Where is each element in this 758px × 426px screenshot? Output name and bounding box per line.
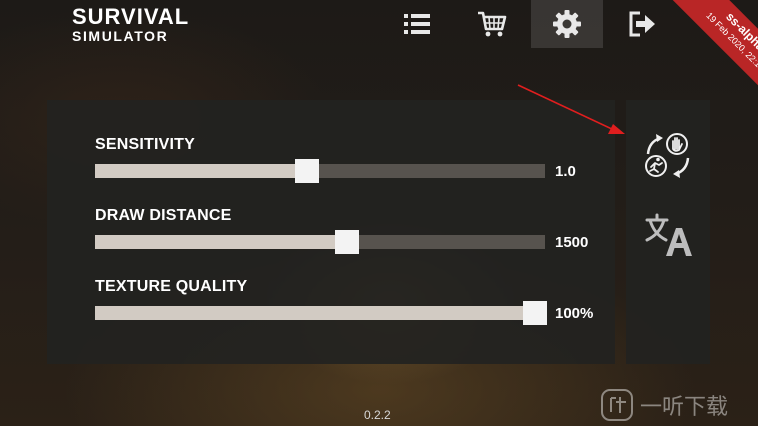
menu-list-button[interactable] <box>381 0 453 48</box>
settings-panel: SENSITIVITY 1.0 DRAW DISTANCE 1500 TEXTU… <box>47 100 615 364</box>
slider-fill <box>95 235 347 249</box>
sensitivity-setting: SENSITIVITY 1.0 <box>95 136 605 196</box>
build-ribbon: ss-alpha 19 Feb 2020, 22:18 <box>648 0 758 110</box>
language-tab[interactable] <box>642 210 694 262</box>
language-icon <box>645 213 692 256</box>
shop-button[interactable] <box>456 0 528 48</box>
slider-fill <box>95 306 545 320</box>
logo-line-1: SURVIVAL <box>72 4 190 29</box>
sensitivity-value: 1.0 <box>555 163 576 180</box>
game-logo: SURVIVAL SIMULATOR <box>72 4 190 44</box>
slider-thumb[interactable] <box>335 230 359 254</box>
texture-quality-label: TEXTURE QUALITY <box>95 278 248 295</box>
draw-distance-value: 1500 <box>555 234 589 251</box>
sensitivity-label: SENSITIVITY <box>95 136 195 153</box>
slider-thumb[interactable] <box>294 159 319 183</box>
draw-distance-slider[interactable] <box>95 230 545 254</box>
sensitivity-slider[interactable] <box>95 159 545 183</box>
control-swap-icon <box>645 133 690 178</box>
controls-tab[interactable] <box>642 130 694 182</box>
draw-distance-label: DRAW DISTANCE <box>95 207 232 224</box>
slider-fill <box>95 164 307 178</box>
draw-distance-setting: DRAW DISTANCE 1500 <box>95 207 605 267</box>
version-label: 0.2.2 <box>364 408 391 422</box>
top-bar: SURVIVAL SIMULATOR <box>0 0 758 48</box>
ribbon-band: ss-alpha 19 Feb 2020, 22:18 <box>671 0 758 106</box>
settings-button[interactable] <box>531 0 603 48</box>
watermark-text: 一听下载 <box>640 395 729 420</box>
gear-icon <box>553 10 581 38</box>
texture-quality-setting: TEXTURE QUALITY 100% <box>95 278 605 338</box>
texture-quality-value: 100% <box>555 305 594 322</box>
logo-line-2: SIMULATOR <box>72 28 169 44</box>
watermark-logo-icon <box>601 389 633 421</box>
build-tag: ss-alpha <box>723 9 758 54</box>
cart-icon <box>478 11 507 37</box>
list-icon <box>404 14 430 34</box>
slider-thumb[interactable] <box>523 301 547 325</box>
texture-quality-slider[interactable] <box>95 301 547 325</box>
watermark: 一听下载 <box>600 388 750 422</box>
settings-side-panel <box>626 100 710 364</box>
